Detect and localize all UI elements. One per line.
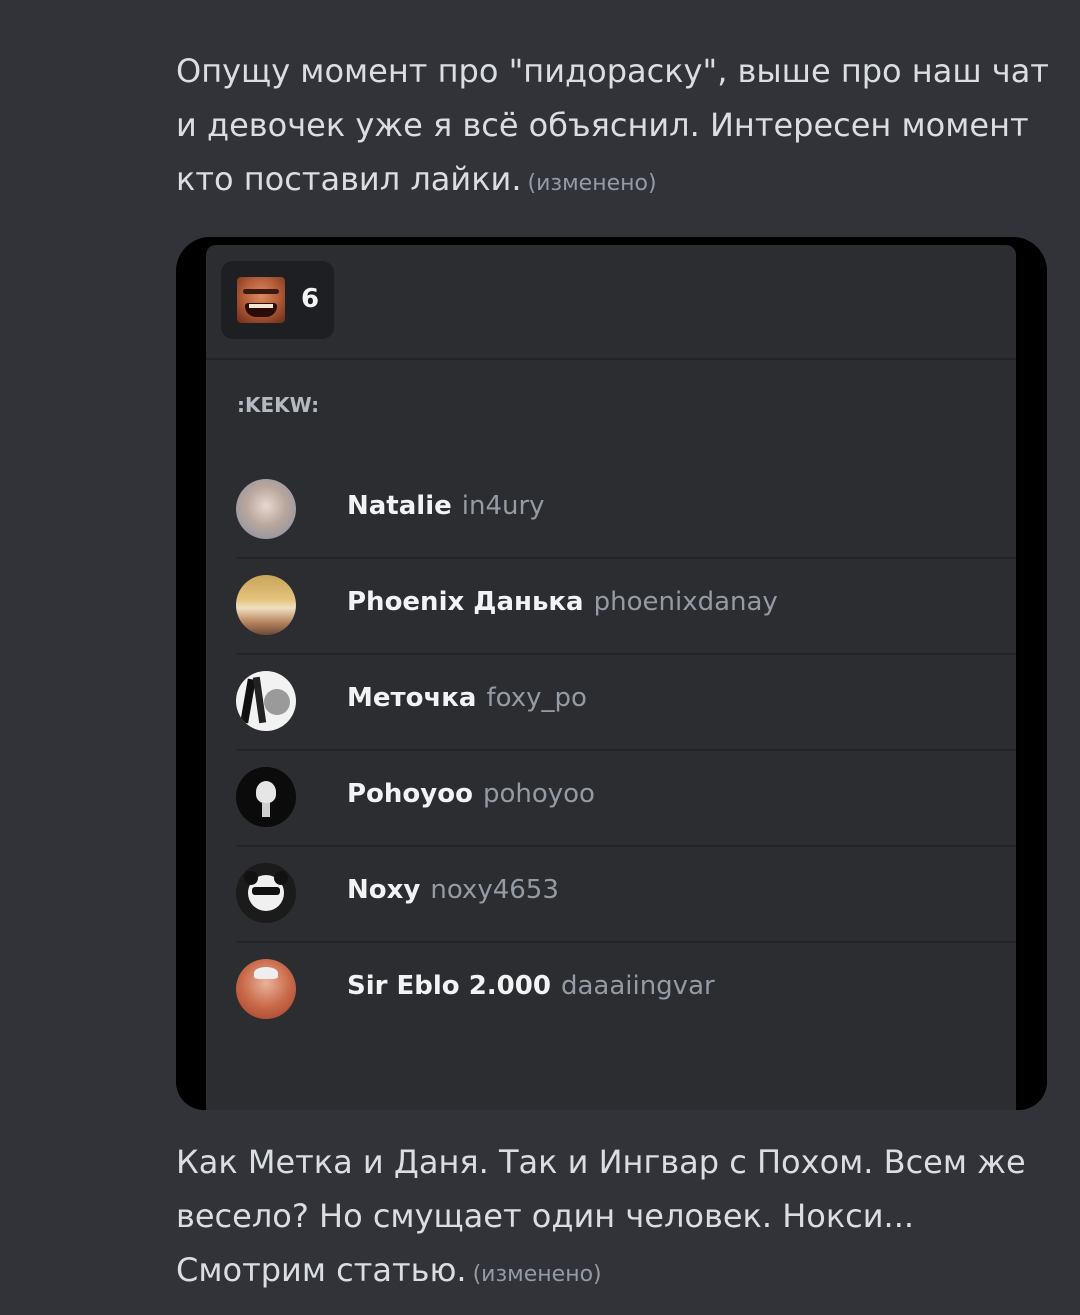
avatar (236, 671, 296, 731)
user-display-name: Sir Eblo 2.000 daaaiingvar (347, 971, 715, 1001)
user-display-name: Pohoyoo pohoyoo (347, 779, 595, 809)
user-display-name: Natalie in4ury (347, 491, 545, 521)
edited-label: (изменено) (527, 171, 657, 196)
edited-label: (изменено) (472, 1262, 602, 1287)
reactions-panel: 6 :KEKW: Natalie in4ury Phoenix Данька pho… (206, 245, 1016, 1110)
user-handle: in4ury (461, 491, 545, 521)
kekw-emoji-icon (237, 277, 285, 323)
user-display-name: Noxy noxy4653 (347, 875, 559, 905)
avatar (236, 575, 296, 635)
avatar (236, 767, 296, 827)
list-item[interactable]: Noxy noxy4653 (236, 847, 1016, 943)
user-display-name: Меточка foxy_po (347, 683, 587, 713)
list-item[interactable]: Phoenix Данька phoenixdanay (236, 559, 1016, 655)
divider (206, 358, 1016, 360)
avatar (236, 863, 296, 923)
message-text-bottom: Как Метка и Даня. Так и Ингвар с Похом. … (176, 1135, 1056, 1302)
avatar (236, 959, 296, 1019)
emoji-section-label: :KEKW: (237, 393, 320, 417)
user-handle: phoenixdanay (593, 587, 778, 617)
reaction-count: 6 (301, 284, 320, 314)
user-handle: daaaiingvar (560, 971, 715, 1001)
list-item[interactable]: Natalie in4ury (236, 463, 1016, 559)
list-item[interactable]: Меточка foxy_po (236, 655, 1016, 751)
user-handle: pohoyoo (482, 779, 595, 809)
list-item[interactable]: Pohoyoo pohoyoo (236, 751, 1016, 847)
screenshot-attachment[interactable]: 6 :KEKW: Natalie in4ury Phoenix Данька pho… (176, 237, 1047, 1110)
list-item[interactable]: Sir Eblo 2.000 daaaiingvar (236, 943, 1016, 1037)
user-display-name: Phoenix Данька phoenixdanay (347, 587, 778, 617)
user-handle: foxy_po (486, 683, 587, 713)
user-handle: noxy4653 (430, 875, 559, 905)
message-text-top: Опущу момент про "пидораску", выше про н… (176, 44, 1056, 211)
reaction-user-list: Natalie in4ury Phoenix Данька phoenixdanay… (236, 463, 1016, 1037)
reaction-tab[interactable]: 6 (221, 261, 334, 339)
avatar (236, 479, 296, 539)
